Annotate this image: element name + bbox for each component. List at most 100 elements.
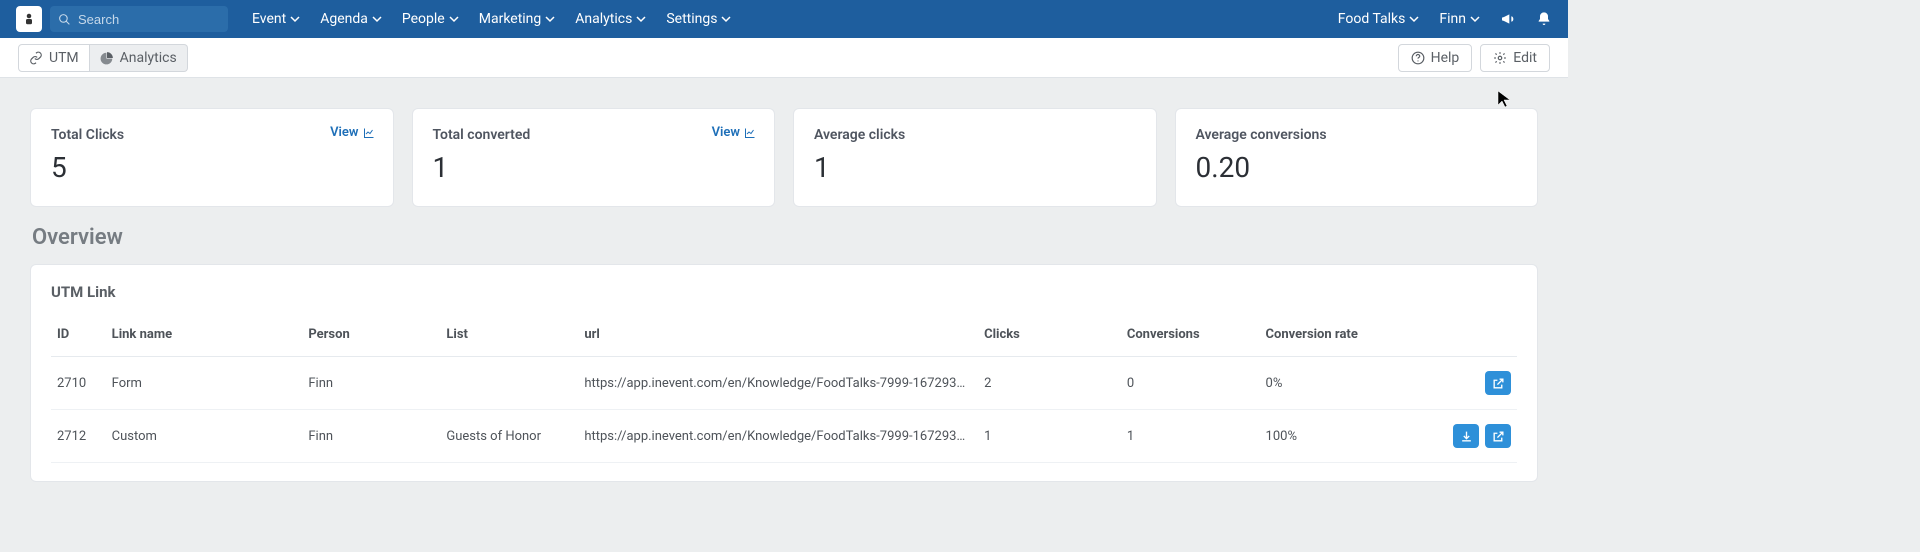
cell-person: Finn <box>302 357 440 410</box>
metric-card: Total Clicks 5 View <box>30 108 394 207</box>
col-url: url <box>578 319 978 357</box>
card-view-link[interactable]: View <box>330 125 374 140</box>
cell-person: Finn <box>302 410 440 463</box>
tab-label: UTM <box>49 50 79 66</box>
cell-conversions: 0 <box>1121 357 1260 410</box>
cards-row: Total Clicks5ViewTotal converted1ViewAve… <box>30 108 1538 207</box>
pie-icon <box>100 51 114 65</box>
card-value: 1 <box>433 151 755 184</box>
nav-analytics[interactable]: Analytics <box>575 11 646 27</box>
nav-event[interactable]: Event <box>252 11 300 27</box>
open-button[interactable] <box>1485 371 1511 395</box>
chart-icon <box>744 127 756 139</box>
col-Link name: Link name <box>106 319 303 357</box>
event-dropdown[interactable]: Food Talks <box>1338 11 1420 27</box>
link-icon <box>29 51 43 65</box>
card-view-link[interactable]: View <box>712 125 756 140</box>
main-nav: Event Agenda People Marketing Analytics … <box>252 11 731 27</box>
nav-label: Agenda <box>320 11 368 27</box>
search-wrap <box>50 6 228 32</box>
bell-icon <box>1536 11 1552 27</box>
open-icon <box>1492 430 1505 443</box>
nav-agenda[interactable]: Agenda <box>320 11 382 27</box>
cell-actions <box>1398 357 1517 410</box>
tab-label: Analytics <box>120 50 177 66</box>
open-icon <box>1492 377 1505 390</box>
chevron-down-icon <box>1470 14 1480 24</box>
nav-right: Food Talks Finn <box>1338 11 1552 27</box>
nav-marketing[interactable]: Marketing <box>479 11 556 27</box>
chevron-down-icon <box>545 14 555 24</box>
table-body: 2710FormFinnhttps://app.inevent.com/en/K… <box>51 357 1517 463</box>
card-title: Total Clicks <box>51 127 373 143</box>
chevron-down-icon <box>1409 14 1419 24</box>
cell-name: Custom <box>106 410 303 463</box>
logo-icon <box>20 10 38 28</box>
event-name: Food Talks <box>1338 11 1406 27</box>
cell-conversions: 1 <box>1121 410 1260 463</box>
col-List: List <box>440 319 578 357</box>
cell-actions <box>1398 410 1517 463</box>
tab-utm[interactable]: UTM <box>18 44 90 72</box>
view-label: View <box>712 125 740 140</box>
cell-id: 2710 <box>51 357 106 410</box>
nav-people[interactable]: People <box>402 11 459 27</box>
tab-analytics[interactable]: Analytics <box>90 44 188 72</box>
download-button[interactable] <box>1453 424 1479 448</box>
download-icon <box>1460 430 1473 443</box>
chevron-down-icon <box>372 14 382 24</box>
nav-label: Marketing <box>479 11 542 27</box>
col-actions <box>1398 319 1517 357</box>
user-dropdown[interactable]: Finn <box>1439 11 1480 27</box>
cell-url: https://app.inevent.com/en/Knowledge/Foo… <box>578 410 978 463</box>
cell-clicks: 1 <box>978 410 1121 463</box>
cell-clicks: 2 <box>978 357 1121 410</box>
col-Clicks: Clicks <box>978 319 1121 357</box>
nav-settings[interactable]: Settings <box>666 11 731 27</box>
table-header-row: IDLink namePersonListurlClicksConversion… <box>51 319 1517 357</box>
utm-table: IDLink namePersonListurlClicksConversion… <box>51 319 1517 463</box>
utm-table-panel: UTM Link IDLink namePersonListurlClicksC… <box>30 264 1538 482</box>
card-title: Total converted <box>433 127 755 143</box>
edit-label: Edit <box>1513 50 1537 66</box>
subbar: UTM Analytics Help Edit <box>0 38 1568 78</box>
nav-label: Settings <box>666 11 717 27</box>
metric-card: Average conversions 0.20 <box>1175 108 1539 207</box>
cell-rate: 100% <box>1260 410 1399 463</box>
help-label: Help <box>1431 50 1460 66</box>
card-title: Average clicks <box>814 127 1136 143</box>
panel-title: UTM Link <box>51 283 1517 301</box>
card-value: 0.20 <box>1196 151 1518 184</box>
metric-card: Total converted 1 View <box>412 108 776 207</box>
table-row: 2710FormFinnhttps://app.inevent.com/en/K… <box>51 357 1517 410</box>
cell-list <box>440 357 578 410</box>
cell-url: https://app.inevent.com/en/Knowledge/Foo… <box>578 357 978 410</box>
card-value: 5 <box>51 151 373 184</box>
chevron-down-icon <box>290 14 300 24</box>
cell-id: 2712 <box>51 410 106 463</box>
cell-list: Guests of Honor <box>440 410 578 463</box>
edit-button[interactable]: Edit <box>1480 44 1550 72</box>
col-Conversions: Conversions <box>1121 319 1260 357</box>
col-Person: Person <box>302 319 440 357</box>
announcements-button[interactable] <box>1500 11 1516 27</box>
megaphone-icon <box>1500 11 1516 27</box>
nav-label: People <box>402 11 445 27</box>
col-Conversion rate: Conversion rate <box>1260 319 1399 357</box>
help-button[interactable]: Help <box>1398 44 1473 72</box>
metric-card: Average clicks 1 <box>793 108 1157 207</box>
search-input[interactable] <box>50 6 228 32</box>
nav-label: Analytics <box>575 11 632 27</box>
view-label: View <box>330 125 358 140</box>
open-button[interactable] <box>1485 424 1511 448</box>
user-name: Finn <box>1439 11 1466 27</box>
chevron-down-icon <box>636 14 646 24</box>
card-title: Average conversions <box>1196 127 1518 143</box>
overview-heading: Overview <box>32 225 1538 250</box>
topbar: Event Agenda People Marketing Analytics … <box>0 0 1568 38</box>
gear-icon <box>1493 51 1507 65</box>
notifications-button[interactable] <box>1536 11 1552 27</box>
card-value: 1 <box>814 151 1136 184</box>
table-row: 2712CustomFinnGuests of Honorhttps://app… <box>51 410 1517 463</box>
app-logo[interactable] <box>16 6 42 32</box>
